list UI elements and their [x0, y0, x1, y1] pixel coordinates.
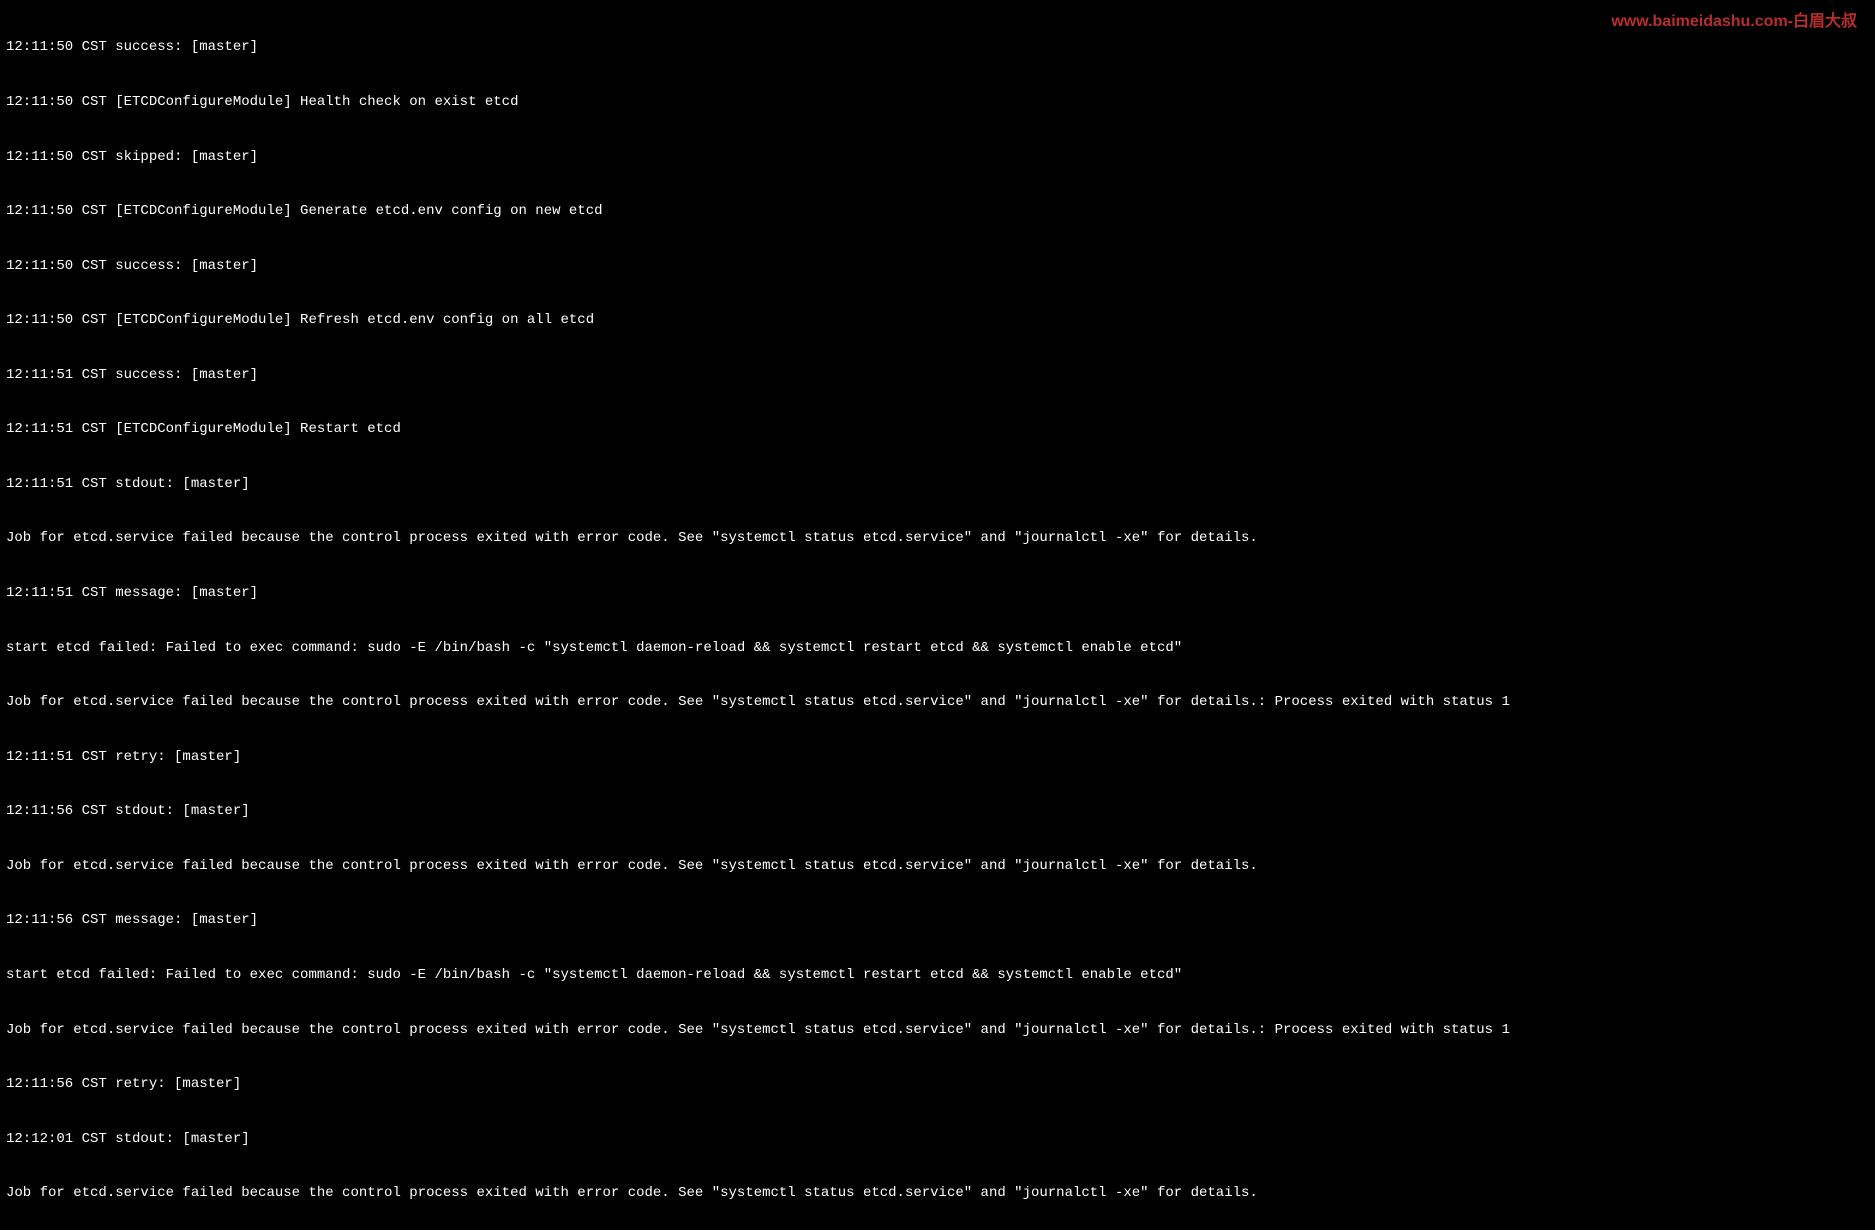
- log-line: 12:11:51 CST retry: [master]: [6, 748, 1869, 766]
- log-line: start etcd failed: Failed to exec comman…: [6, 639, 1869, 657]
- log-line: 12:11:50 CST [ETCDConfigureModule] Gener…: [6, 202, 1869, 220]
- log-line: 12:11:51 CST [ETCDConfigureModule] Resta…: [6, 420, 1869, 438]
- log-line: 12:11:56 CST message: [master]: [6, 911, 1869, 929]
- log-line: 12:11:50 CST [ETCDConfigureModule] Refre…: [6, 311, 1869, 329]
- watermark-text: www.baimeidashu.com-白眉大叔: [1611, 12, 1857, 33]
- log-line: Job for etcd.service failed because the …: [6, 1021, 1869, 1039]
- log-line: 12:11:50 CST skipped: [master]: [6, 148, 1869, 166]
- log-line: Job for etcd.service failed because the …: [6, 693, 1869, 711]
- log-line: 12:11:51 CST stdout: [master]: [6, 475, 1869, 493]
- log-line: start etcd failed: Failed to exec comman…: [6, 966, 1869, 984]
- log-line: Job for etcd.service failed because the …: [6, 529, 1869, 547]
- log-line: Job for etcd.service failed because the …: [6, 1184, 1869, 1202]
- log-line: 12:11:51 CST success: [master]: [6, 366, 1869, 384]
- log-line: 12:11:56 CST retry: [master]: [6, 1075, 1869, 1093]
- terminal-output: 12:11:50 CST success: [master] 12:11:50 …: [6, 2, 1869, 1230]
- log-line: 12:11:50 CST success: [master]: [6, 38, 1869, 56]
- log-line: Job for etcd.service failed because the …: [6, 857, 1869, 875]
- log-line: 12:11:50 CST success: [master]: [6, 257, 1869, 275]
- log-line: 12:11:51 CST message: [master]: [6, 584, 1869, 602]
- log-line: 12:11:50 CST [ETCDConfigureModule] Healt…: [6, 93, 1869, 111]
- log-line: 12:11:56 CST stdout: [master]: [6, 802, 1869, 820]
- log-line: 12:12:01 CST stdout: [master]: [6, 1130, 1869, 1148]
